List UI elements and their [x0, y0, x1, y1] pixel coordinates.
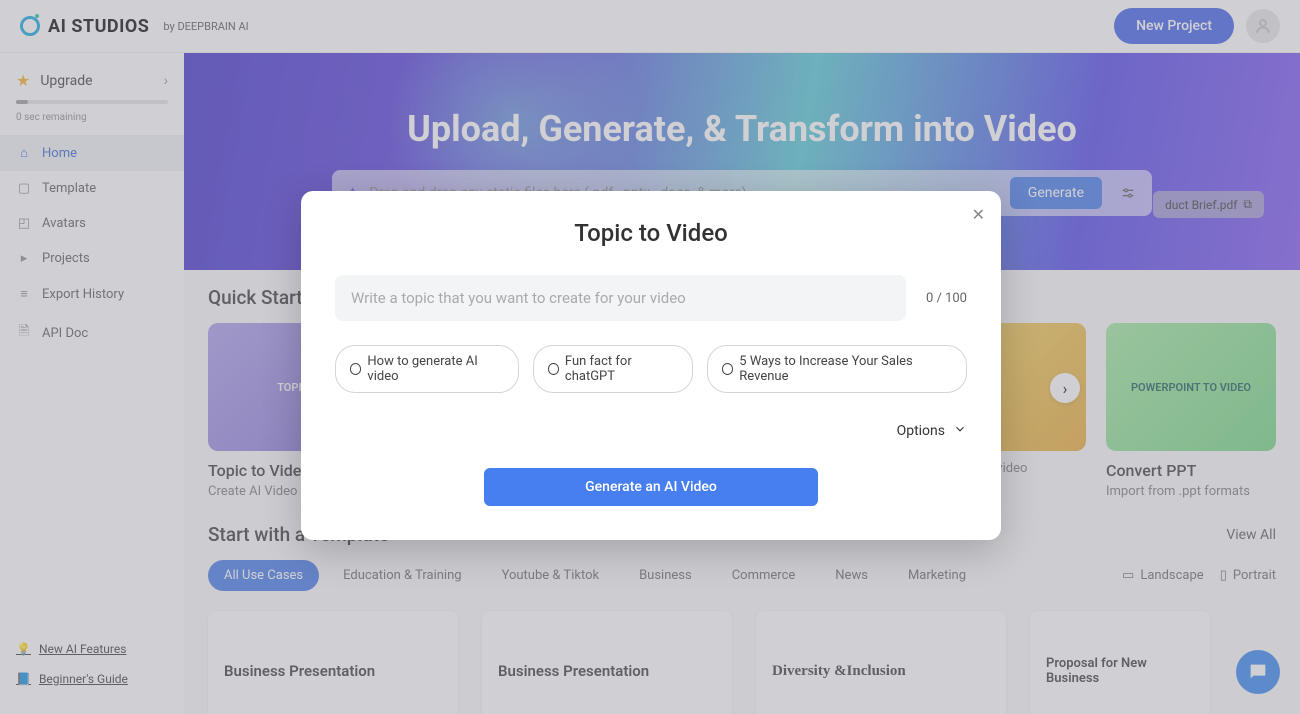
chat-icon: [350, 363, 361, 375]
suggestion-chip[interactable]: 5 Ways to Increase Your Sales Revenue: [707, 345, 967, 393]
chat-icon: [722, 363, 733, 375]
topic-input[interactable]: [335, 275, 906, 321]
suggestion-chips: How to generate AI video Fun fact for ch…: [335, 345, 967, 393]
topic-to-video-modal: ✕ Topic to Video 0 / 100 How to generate…: [301, 191, 1001, 540]
chevron-down-icon: [953, 421, 967, 440]
close-icon[interactable]: ✕: [972, 205, 985, 224]
modal-title: Topic to Video: [335, 219, 967, 247]
options-toggle[interactable]: Options: [335, 421, 967, 440]
char-count: 0 / 100: [926, 291, 967, 306]
chat-icon: [548, 363, 559, 375]
options-label: Options: [897, 423, 945, 439]
suggestion-chip[interactable]: How to generate AI video: [335, 345, 519, 393]
generate-ai-video-button[interactable]: Generate an AI Video: [484, 468, 818, 506]
suggestion-chip[interactable]: Fun fact for chatGPT: [533, 345, 693, 393]
